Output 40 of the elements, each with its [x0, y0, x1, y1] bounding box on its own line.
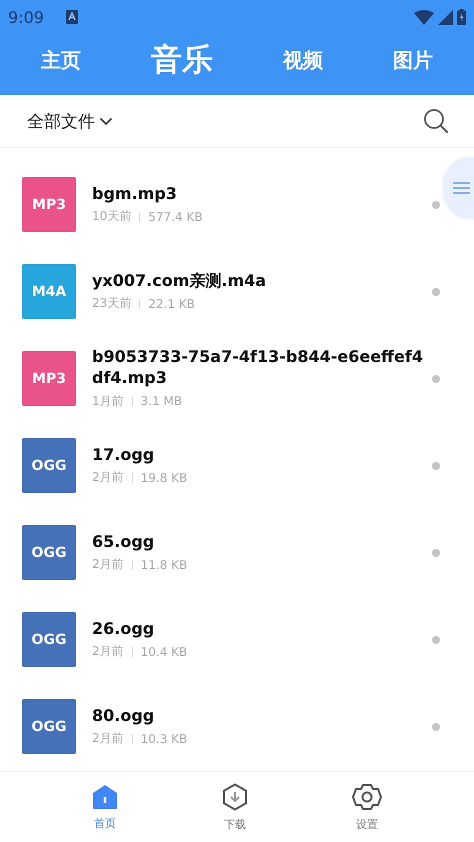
file-age: 2月前 — [92, 730, 124, 748]
file-age: 2月前 — [92, 469, 124, 486]
file-type-icon: OGG — [22, 525, 76, 580]
file-size: 22.1 KB — [148, 296, 195, 311]
nav-tab[interactable]: 首页 — [92, 784, 118, 830]
filter-dropdown[interactable]: 全部文件 — [27, 110, 113, 132]
file-name: yx007.com亲测.m4a — [92, 270, 268, 292]
file-name: bgm.mp3 — [92, 184, 178, 204]
file-age: 10天前 — [92, 208, 132, 226]
file-row[interactable]: OGG 26.ogg 2月前 10.4 KB — [0, 596, 474, 683]
file-size: 10.4 KB — [140, 644, 188, 659]
status-time: 9:09 — [8, 8, 44, 26]
file-size: 11.8 KB — [140, 558, 188, 572]
file-size: 19.8 KB — [140, 470, 188, 485]
file-age: 23天前 — [92, 295, 132, 312]
file-name: 80.ogg — [92, 706, 156, 726]
file-type-icon: M4A — [22, 264, 76, 319]
file-name: 65.ogg — [92, 532, 156, 552]
file-size: 10.3 KB — [140, 732, 188, 746]
file-type-icon: OGG — [22, 612, 76, 667]
file-type-icon: MP3 — [22, 177, 76, 232]
file-age: 1月前 — [92, 392, 124, 410]
file-name: 26.ogg — [92, 618, 156, 640]
file-type-icon: OGG — [22, 438, 76, 493]
file-row[interactable]: OGG 17.ogg 2月前 19.8 KB — [0, 422, 474, 509]
file-age: 2月前 — [92, 556, 124, 574]
file-type-icon: OGG — [22, 699, 76, 754]
file-row[interactable]: OGG 80.ogg 2月前 10.3 KB — [0, 683, 474, 770]
file-size: 577.4 KB — [148, 210, 203, 224]
file-name: 17.ogg — [92, 444, 156, 466]
file-row[interactable]: M4A yx007.com亲测.m4a 23天前 22.1 KB — [0, 248, 474, 335]
file-row[interactable]: MP3 b9053733-75a7-4f13-b844-e6eeffef4df4.mp3 1月前 3.1 MB — [0, 335, 474, 422]
nav-tab[interactable]: 下载 — [222, 782, 248, 832]
nav-tab[interactable]: 设置 — [352, 782, 382, 832]
file-name: b9053733-75a7-4f13-b844-e6eeffef4df4.mp3 — [92, 347, 424, 389]
file-row[interactable]: MP3 bgm.mp3 10天前 577.4 KB — [0, 161, 474, 248]
file-row[interactable]: OGG 65.ogg 2月前 11.8 KB — [0, 509, 474, 596]
file-age: 2月前 — [92, 643, 124, 660]
file-size: 3.1 MB — [140, 394, 182, 408]
file-type-icon: MP3 — [22, 351, 76, 406]
